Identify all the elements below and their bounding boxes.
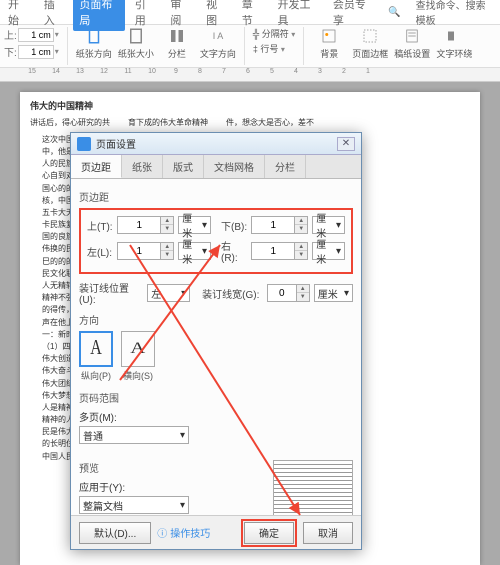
- dialog-titlebar[interactable]: 页面设置 ✕: [71, 133, 361, 155]
- tool-background[interactable]: 背景: [312, 27, 346, 60]
- search-placeholder: 查找命令、搜索模板: [410, 0, 498, 30]
- dlgtab-layout[interactable]: 版式: [163, 155, 204, 178]
- quick-top-input[interactable]: [18, 28, 54, 42]
- dlgtab-paper[interactable]: 纸张: [122, 155, 163, 178]
- tool-wrap[interactable]: 文字环绕: [436, 27, 472, 60]
- search-icon: 🔍: [382, 4, 406, 21]
- tool-break[interactable]: ╬ 分隔符 ▾: [253, 27, 295, 40]
- svg-text:I A: I A: [213, 31, 224, 41]
- command-search[interactable]: 🔍 查找命令、搜索模板: [382, 0, 498, 30]
- dialog-icon: [77, 137, 91, 151]
- tool-orientation[interactable]: 纸张方向: [76, 27, 112, 60]
- ribbon-tabs: 开始 插入 页面布局 引用 审阅 视图 章节 开发工具 会员专享 🔍 查找命令、…: [0, 0, 500, 24]
- dialog-title-text: 页面设置: [96, 136, 136, 151]
- dlgtab-margins[interactable]: 页边距: [71, 155, 122, 178]
- close-button[interactable]: ✕: [337, 137, 355, 151]
- tool-linenum[interactable]: ‡ 行号 ▾: [253, 42, 295, 55]
- tool-columns[interactable]: 分栏: [160, 27, 194, 60]
- dialog-tabs: 页边距 纸张 版式 文档网格 分栏: [71, 155, 361, 179]
- tool-paper[interactable]: 稿纸设置: [394, 27, 430, 60]
- quick-margins: 上:▾ 下:▾: [4, 27, 59, 59]
- dlgtab-columns[interactable]: 分栏: [265, 155, 306, 178]
- tool-border[interactable]: 页面边框: [352, 27, 388, 60]
- quick-bottom-label: 下:: [4, 44, 17, 59]
- quick-bottom-input[interactable]: [18, 45, 54, 59]
- dlgtab-grid[interactable]: 文档网格: [204, 155, 265, 178]
- doc-title: 伟大的中国精神: [30, 100, 470, 113]
- quick-top-label: 上:: [4, 27, 17, 42]
- tool-size[interactable]: 纸张大小: [118, 27, 154, 60]
- tool-textdir[interactable]: I A文字方向: [200, 27, 236, 60]
- horizontal-ruler: 151413121110987654321: [0, 68, 500, 82]
- annotation-arrow: [90, 185, 320, 535]
